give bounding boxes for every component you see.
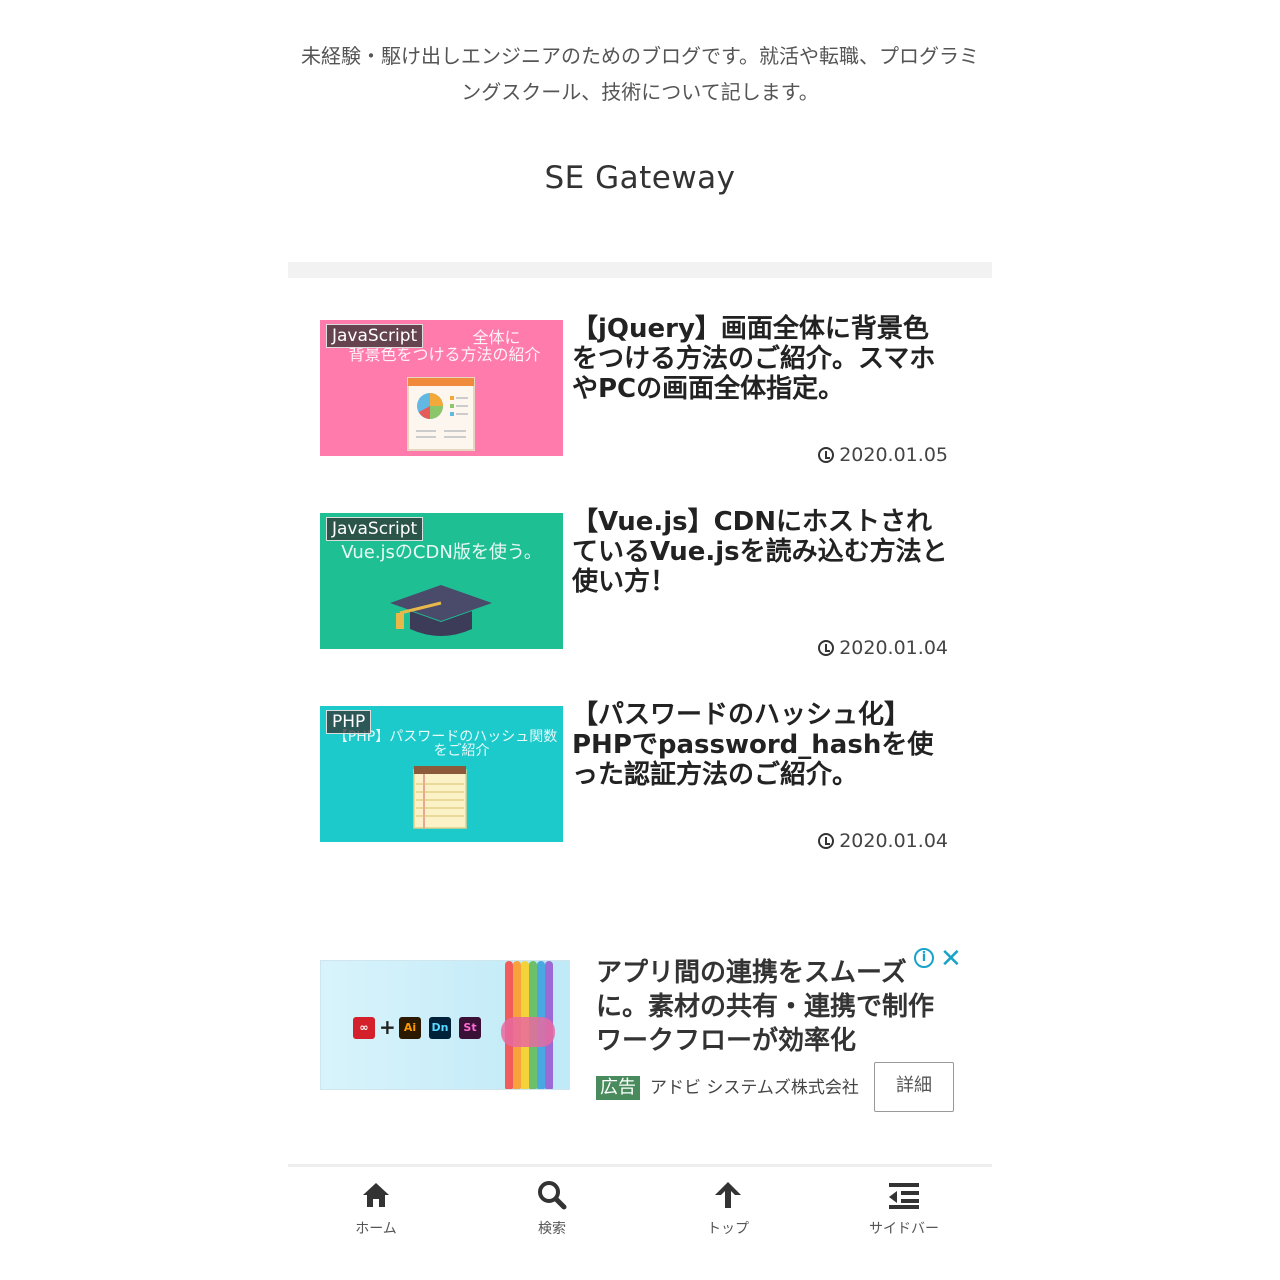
- stock-icon: St: [459, 1017, 481, 1039]
- site-tagline: 未経験・駆け出しエンジニアのためのブログです。就活や転職、プログラミ ングスクー…: [288, 38, 992, 110]
- ad-badge: 広告: [596, 1076, 640, 1100]
- article-card[interactable]: 【PHP】パスワードのハッシュ関数 をご紹介 PHP 【パスワードのハッシュ化】…: [320, 700, 950, 866]
- date-text: 2020.01.04: [839, 830, 948, 852]
- article-date: 2020.01.05: [818, 444, 948, 466]
- article-title[interactable]: 【パスワードのハッシュ化】PHPでpassword_hashを使った認証方法のご…: [572, 700, 952, 790]
- ad-advertiser[interactable]: アドビ システムズ株式会社: [650, 1076, 859, 1100]
- date-text: 2020.01.04: [839, 637, 948, 659]
- article-thumbnail[interactable]: 【PHP】パスワードのハッシュ関数 をご紹介 PHP: [320, 706, 563, 842]
- thumbnail-text: をご紹介: [433, 743, 490, 759]
- ad-details-button[interactable]: 詳細: [874, 1062, 954, 1112]
- article-card[interactable]: Vue.jsのCDN版を使う。 JavaScript 【Vue.js】CDNにホ…: [320, 507, 950, 673]
- advertisement[interactable]: ∞ + Ai Dn St アプリ間の連携をスムーズに。素材の共有・連携で制作ワー…: [320, 944, 970, 1142]
- rope-knot: [501, 1017, 555, 1047]
- nav-top-button[interactable]: トップ: [640, 1170, 816, 1250]
- graduation-cap-icon: [390, 585, 492, 636]
- date-text: 2020.01.05: [839, 444, 948, 466]
- ad-image[interactable]: ∞ + Ai Dn St: [320, 960, 570, 1090]
- nav-search-button[interactable]: 検索: [464, 1170, 640, 1250]
- search-icon: [537, 1178, 567, 1212]
- clock-icon: [818, 833, 835, 849]
- category-label[interactable]: JavaScript: [326, 324, 424, 348]
- category-label[interactable]: JavaScript: [326, 517, 424, 541]
- header-divider: [288, 262, 992, 278]
- footer-divider: [288, 1164, 992, 1167]
- nav-sidebar-button[interactable]: サイドバー: [816, 1170, 992, 1250]
- dimension-icon: Dn: [429, 1017, 451, 1039]
- tagline-line-1: 未経験・駆け出しエンジニアのためのブログです。就活や転職、プログラミ: [301, 44, 979, 68]
- nav-search-label: 検索: [538, 1221, 566, 1237]
- creative-cloud-icon: ∞: [353, 1017, 375, 1039]
- arrow-up-icon: [713, 1178, 743, 1212]
- plus-sign: +: [379, 1015, 396, 1039]
- article-card[interactable]: 全体に 背景色をつける方法の紹介 JavaScript 【jQuery】画面全体…: [320, 314, 950, 480]
- notepad-icon: [413, 766, 467, 829]
- home-icon: [361, 1178, 391, 1212]
- thumbnail-text: Vue.jsのCDN版を使う。: [341, 542, 542, 563]
- article-title[interactable]: 【Vue.js】CDNにホストされているVue.jsを読み込む方法と使い方！: [572, 507, 952, 597]
- sidebar-menu-icon: [887, 1178, 921, 1212]
- site-title[interactable]: SE Gateway: [288, 160, 992, 196]
- article-date: 2020.01.04: [818, 637, 948, 659]
- bottom-nav: ホーム 検索 トップ サイドバー: [288, 1170, 992, 1250]
- clock-icon: [818, 447, 835, 463]
- close-icon[interactable]: ✕: [940, 944, 962, 974]
- illustrator-icon: Ai: [399, 1017, 421, 1039]
- nav-sidebar-label: サイドバー: [869, 1221, 939, 1237]
- info-icon[interactable]: i: [914, 948, 934, 968]
- nav-top-label: トップ: [707, 1221, 749, 1237]
- article-title[interactable]: 【jQuery】画面全体に背景色をつける方法のご紹介。スマホやPCの画面全体指定…: [572, 314, 952, 404]
- article-thumbnail[interactable]: Vue.jsのCDN版を使う。 JavaScript: [320, 513, 563, 649]
- ad-title[interactable]: アプリ間の連携をスムーズに。素材の共有・連携で制作ワークフローが効率化: [596, 956, 958, 1058]
- nav-home-button[interactable]: ホーム: [288, 1170, 464, 1250]
- article-date: 2020.01.04: [818, 830, 948, 852]
- tagline-line-2: ングスクール、技術について記します。: [461, 80, 819, 104]
- category-label[interactable]: PHP: [326, 710, 372, 734]
- nav-home-label: ホーム: [355, 1221, 397, 1237]
- clock-icon: [818, 640, 835, 656]
- pie-chart-report-icon: [407, 377, 475, 451]
- article-thumbnail[interactable]: 全体に 背景色をつける方法の紹介 JavaScript: [320, 320, 563, 456]
